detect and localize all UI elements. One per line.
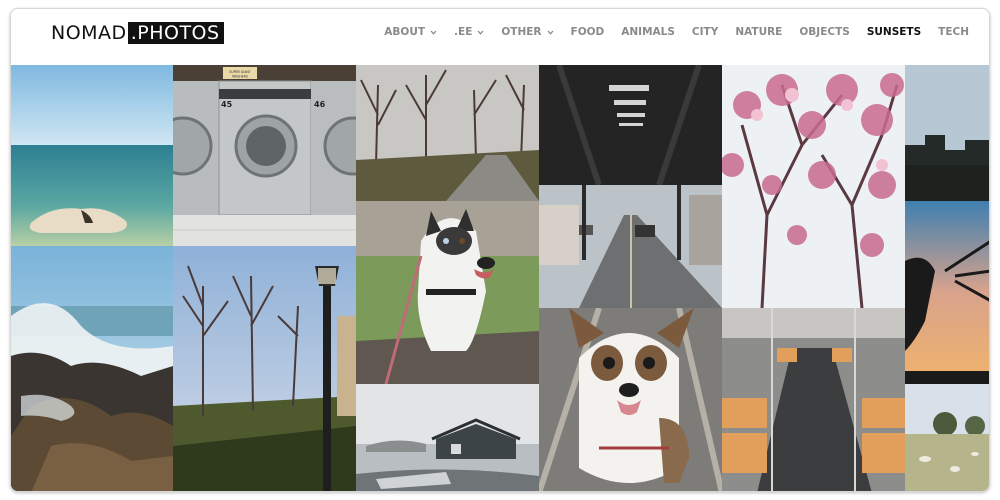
- nav-about[interactable]: ABOUT: [384, 26, 437, 38]
- nav-other-label: OTHER: [501, 26, 542, 38]
- nav-ee-label: .EE: [454, 26, 473, 38]
- nav-animals-label: ANIMALS: [621, 26, 675, 38]
- photo-subway-car[interactable]: [722, 308, 905, 491]
- nav-objects[interactable]: OBJECTS: [799, 26, 849, 38]
- laundromat-sign: SUPER GIANT: [229, 70, 250, 74]
- photo-rocky-waves[interactable]: [11, 246, 173, 491]
- chevron-down-icon: [547, 29, 554, 36]
- photo-elevated-train-street[interactable]: [539, 65, 722, 308]
- nav-food[interactable]: FOOD: [571, 26, 605, 38]
- logo-text-photos: .PHOTOS: [127, 22, 224, 44]
- chevron-down-icon: [477, 29, 484, 36]
- photo-magnolia-tree[interactable]: [722, 65, 905, 308]
- nav-city-label: CITY: [691, 26, 719, 38]
- site-logo[interactable]: NOMAD .PHOTOS: [51, 22, 224, 44]
- photo-boathouse[interactable]: [356, 384, 539, 491]
- photo-husky-dog[interactable]: [356, 201, 539, 384]
- nav-objects-label: OBJECTS: [799, 26, 850, 38]
- nav-nature[interactable]: NATURE: [735, 26, 782, 38]
- photo-gallery: SUPER GIANT WASHERS 45 46: [11, 65, 989, 491]
- nav-tech[interactable]: TECH: [938, 26, 969, 38]
- nav-tech-label: TECH: [938, 26, 969, 38]
- nav-food-label: FOOD: [570, 26, 605, 38]
- photo-city-skyline[interactable]: [905, 65, 989, 201]
- photo-sunset-palm[interactable]: [905, 201, 989, 384]
- nav-nature-label: NATURE: [735, 26, 783, 38]
- nav-animals[interactable]: ANIMALS: [621, 26, 675, 38]
- photo-park-lamppost[interactable]: [173, 246, 356, 491]
- chevron-down-icon: [430, 29, 437, 36]
- site-header: NOMAD .PHOTOS ABOUT .EE OTHER FOOD ANIMALS CIT…: [11, 9, 989, 65]
- photo-laundromat[interactable]: SUPER GIANT WASHERS 45 46: [173, 65, 356, 246]
- washer-number-46: 46: [314, 100, 326, 109]
- nav-other[interactable]: OTHER: [501, 26, 554, 38]
- browser-frame: NOMAD .PHOTOS ABOUT .EE OTHER FOOD ANIMALS CIT…: [10, 8, 990, 492]
- photo-park-path[interactable]: [356, 65, 539, 201]
- photo-sea-shore[interactable]: [11, 65, 173, 246]
- nav-city[interactable]: CITY: [692, 26, 718, 38]
- svg-text:WASHERS: WASHERS: [232, 75, 248, 79]
- nav-sunsets-label: SUNSETS: [866, 26, 922, 38]
- nav-ee[interactable]: .EE: [454, 26, 484, 38]
- washer-number-45: 45: [221, 100, 233, 109]
- photo-sheep-field[interactable]: [905, 384, 989, 491]
- nav-sunsets[interactable]: SUNSETS: [867, 26, 921, 38]
- nav-about-label: ABOUT: [384, 26, 426, 38]
- main-nav: ABOUT .EE OTHER FOOD ANIMALS CITY NATURE OBJECT…: [367, 26, 969, 38]
- logo-text-nomad: NOMAD: [51, 22, 127, 44]
- photo-boston-terrier[interactable]: [539, 308, 722, 491]
